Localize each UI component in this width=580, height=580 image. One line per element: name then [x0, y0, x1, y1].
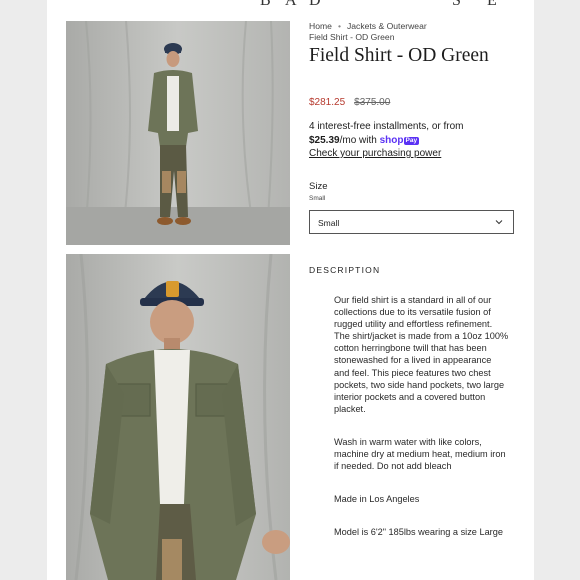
description-heading: DESCRIPTION: [309, 265, 381, 275]
breadcrumb-separator: •: [337, 21, 341, 31]
product-page: B A D S E Home • Jackets & Outerwear Fie…: [47, 0, 534, 580]
header-logo-fragment: B A D S E: [47, 0, 534, 9]
logo-glyph: D: [309, 0, 323, 9]
origin-text: Made in Los Angeles: [334, 494, 420, 505]
size-label: Size: [309, 181, 328, 192]
logo-glyph: S: [452, 0, 463, 9]
purchasing-power-link[interactable]: Check your purchasing power: [309, 148, 441, 159]
shop-pay-logo: shop: [379, 134, 404, 146]
size-selected-value: Small: [309, 195, 326, 202]
size-select-value: Small: [318, 218, 340, 228]
chevron-down-icon: [495, 220, 503, 225]
installments-text: 4 interest-free installments, or from: [309, 121, 464, 132]
breadcrumb-current: Field Shirt - OD Green: [309, 32, 395, 42]
model-size-text: Model is 6'2" 185lbs wearing a size Larg…: [334, 527, 503, 538]
product-title: Field Shirt - OD Green: [309, 45, 489, 66]
logo-glyph: B: [260, 0, 273, 9]
logo-glyph: A: [285, 0, 299, 9]
shop-pay-badge: Pay: [403, 136, 420, 145]
description-paragraph: Our field shirt is a standard in all of …: [334, 295, 509, 414]
product-photo-closeup: [66, 254, 290, 580]
installment-amount: $25.39: [309, 134, 340, 146]
breadcrumb: Home • Jackets & Outerwear Field Shirt - O…: [309, 21, 524, 43]
product-photo-full-body: [66, 21, 290, 245]
breadcrumb-home[interactable]: Home: [309, 21, 332, 31]
description-body: Our field shirt is a standard in all of …: [334, 294, 509, 559]
installment-per-month: /mo with: [339, 134, 377, 146]
compare-at-price: $375.00: [354, 97, 391, 108]
product-image-full[interactable]: [66, 21, 290, 245]
price-block: $281.25 $375.00: [309, 97, 390, 108]
breadcrumb-category[interactable]: Jackets & Outerwear: [347, 21, 427, 31]
logo-glyph: E: [487, 0, 499, 9]
shop-pay-installments: 4 interest-free installments, or from $2…: [309, 120, 519, 161]
care-instructions: Wash in warm water with like colors, mac…: [334, 436, 506, 472]
product-image-closeup[interactable]: [66, 254, 290, 580]
sale-price: $281.25: [309, 97, 346, 108]
size-select[interactable]: Small: [309, 210, 514, 234]
